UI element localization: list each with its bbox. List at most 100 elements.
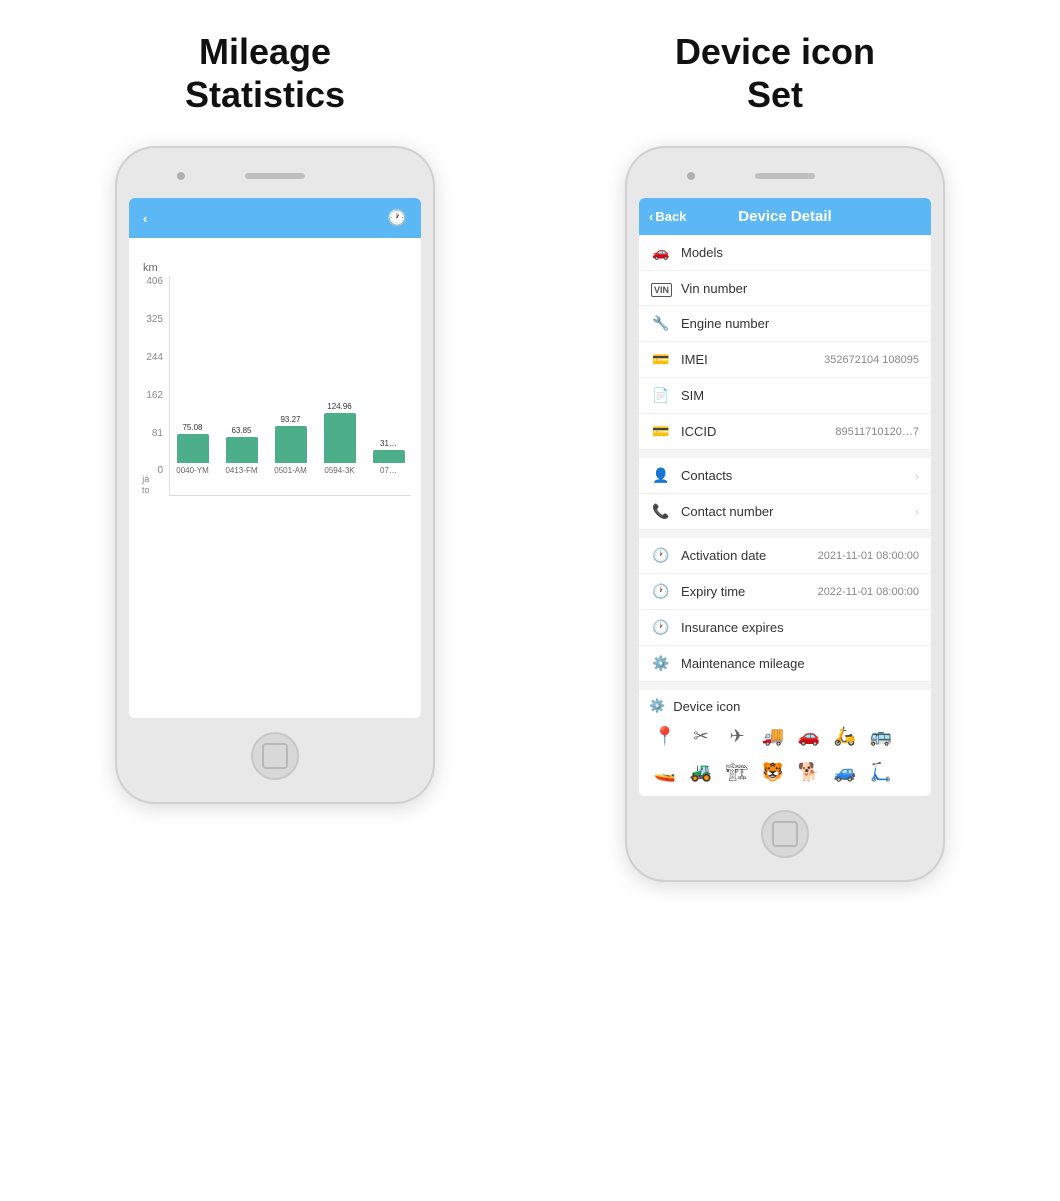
row-label-11: Maintenance mileage xyxy=(681,656,919,671)
device-icon-item-13[interactable]: 🛴 xyxy=(865,756,897,788)
home-button-left[interactable] xyxy=(251,732,299,780)
row-icon-2: 🔧 xyxy=(651,315,671,332)
bar-4 xyxy=(373,450,405,463)
bar-0 xyxy=(177,434,209,463)
speaker-right xyxy=(755,173,815,179)
device-row-0: 🚗 Models xyxy=(639,235,931,271)
bar-label-3: 0594-3K xyxy=(324,466,354,475)
device-screen: ‹ Back Device Detail 🚗 Models VIN Vin nu… xyxy=(639,198,931,796)
mileage-back[interactable]: ‹ xyxy=(143,211,150,226)
device-row-8: 🕐 Activation date 2021-11-01 08:00:00 xyxy=(639,538,931,574)
row-label-8: Activation date xyxy=(681,548,808,563)
bar-label-4: 07… xyxy=(380,466,397,475)
device-row-5: 💳 ICCID 89511710120…7 xyxy=(639,414,931,450)
row-label-1: Vin number xyxy=(681,281,919,296)
row-label-5: ICCID xyxy=(681,424,825,439)
overflow-label: játo xyxy=(142,474,150,496)
device-row-10: 🕐 Insurance expires xyxy=(639,610,931,646)
row-value-5: 89511710120…7 xyxy=(835,426,919,438)
home-button-right[interactable] xyxy=(761,810,809,858)
device-icon-icon: ⚙️ xyxy=(649,698,665,714)
device-icon-grid: 📍✂✈🚚🚗🛵🚌 🚤🚜🏗🐯🐕🚙🛴 xyxy=(649,720,921,788)
chart-area: km 406 325 244 162 81 0 75.08 0040-YM 63… xyxy=(129,262,421,506)
speaker-left xyxy=(245,173,305,179)
device-icon-item-7[interactable]: 🚤 xyxy=(649,756,681,788)
mileage-screen: ‹ 🕐 km 406 325 244 162 81 xyxy=(129,198,421,718)
device-back[interactable]: ‹ Back xyxy=(649,209,686,224)
device-icon-label: Device icon xyxy=(673,699,740,714)
right-title: Device iconSet xyxy=(675,30,875,116)
y-label: km xyxy=(139,262,411,274)
row-value-9: 2022-11-01 08:00:00 xyxy=(818,586,919,598)
clock-icon[interactable]: 🕐 xyxy=(387,208,407,228)
bar-3 xyxy=(324,413,356,463)
bar-label-1: 0413-FM xyxy=(225,466,257,475)
bar-1 xyxy=(226,437,258,463)
row-label-0: Models xyxy=(681,245,919,260)
bar-value-0: 75.08 xyxy=(182,423,202,432)
camera-right xyxy=(687,172,695,180)
chevron-back-icon-2: ‹ xyxy=(649,209,653,224)
row-label-4: SIM xyxy=(681,388,919,403)
bar-group-1: 63.85 0413-FM xyxy=(219,426,264,475)
bar-2 xyxy=(275,426,307,463)
chart-container: 406 325 244 162 81 0 75.08 0040-YM 63.85… xyxy=(139,276,411,496)
section-divider-8 xyxy=(639,530,931,538)
row-icon-6: 👤 xyxy=(651,467,671,484)
row-icon-11: ⚙️ xyxy=(651,655,671,672)
row-icon-4: 📄 xyxy=(651,387,671,404)
row-label-3: IMEI xyxy=(681,352,814,367)
device-row-11: ⚙️ Maintenance mileage xyxy=(639,646,931,682)
mileage-phone: ‹ 🕐 km 406 325 244 162 81 xyxy=(115,146,435,804)
chevron-back-icon: ‹ xyxy=(143,211,147,226)
device-title: Device Detail xyxy=(738,208,831,225)
device-icon-item-12[interactable]: 🚙 xyxy=(829,756,861,788)
bar-value-1: 63.85 xyxy=(231,426,251,435)
device-row-2: 🔧 Engine number xyxy=(639,306,931,342)
row-label-10: Insurance expires xyxy=(681,620,919,635)
device-icon-item-3[interactable]: 🚚 xyxy=(757,720,789,752)
device-icon-item-10[interactable]: 🐯 xyxy=(757,756,789,788)
row-label-2: Engine number xyxy=(681,316,919,331)
device-row-6[interactable]: 👤 Contacts › xyxy=(639,458,931,494)
row-icon-9: 🕐 xyxy=(651,583,671,600)
device-icons-section: ⚙️ Device icon 📍✂✈🚚🚗🛵🚌 🚤🚜🏗🐯🐕🚙🛴 xyxy=(639,690,931,796)
device-row-7[interactable]: 📞 Contact number › xyxy=(639,494,931,530)
device-back-label: Back xyxy=(655,209,686,224)
row-icon-0: 🚗 xyxy=(651,244,671,261)
bar-value-2: 93.27 xyxy=(280,415,300,424)
device-row-1: VIN Vin number xyxy=(639,271,931,306)
device-icon-item-4[interactable]: 🚗 xyxy=(793,720,825,752)
device-icon-item-6[interactable]: 🚌 xyxy=(865,720,897,752)
camera-left xyxy=(177,172,185,180)
left-title: MileageStatistics xyxy=(185,30,345,116)
device-icon-item-8[interactable]: 🚜 xyxy=(685,756,717,788)
bars-area: 75.08 0040-YM 63.85 0413-FM 93.27 0501-A… xyxy=(169,276,411,496)
bar-label-0: 0040-YM xyxy=(176,466,208,475)
row-label-6: Contacts xyxy=(681,468,905,483)
bar-group-3: 124.96 0594-3K xyxy=(317,402,362,475)
device-icon-item-2[interactable]: ✈ xyxy=(721,720,753,752)
device-icon-item-0[interactable]: 📍 xyxy=(649,720,681,752)
phone-top-left xyxy=(129,164,421,188)
device-icon-item-11[interactable]: 🐕 xyxy=(793,756,825,788)
device-header: ‹ Back Device Detail xyxy=(639,198,931,235)
bar-group-2: 93.27 0501-AM xyxy=(268,415,313,475)
y-axis: 406 325 244 162 81 0 xyxy=(139,276,169,496)
section-divider-6 xyxy=(639,450,931,458)
row-label-9: Expiry time xyxy=(681,584,808,599)
row-value-3: 352672104 108095 xyxy=(824,354,919,366)
row-icon-1: VIN xyxy=(651,280,671,296)
section-divider-icons xyxy=(639,682,931,690)
device-icon-item-1[interactable]: ✂ xyxy=(685,720,717,752)
device-icons-label: ⚙️ Device icon xyxy=(649,698,921,714)
row-icon-10: 🕐 xyxy=(651,619,671,636)
device-list: 🚗 Models VIN Vin number 🔧 Engine number … xyxy=(639,235,931,796)
device-icon-item-5[interactable]: 🛵 xyxy=(829,720,861,752)
row-icon-7: 📞 xyxy=(651,503,671,520)
row-icon-3: 💳 xyxy=(651,351,671,368)
bar-group-4: 31… 07… xyxy=(366,439,411,475)
row-label-7: Contact number xyxy=(681,504,905,519)
phone-top-right xyxy=(639,164,931,188)
device-icon-item-9[interactable]: 🏗 xyxy=(721,756,753,788)
